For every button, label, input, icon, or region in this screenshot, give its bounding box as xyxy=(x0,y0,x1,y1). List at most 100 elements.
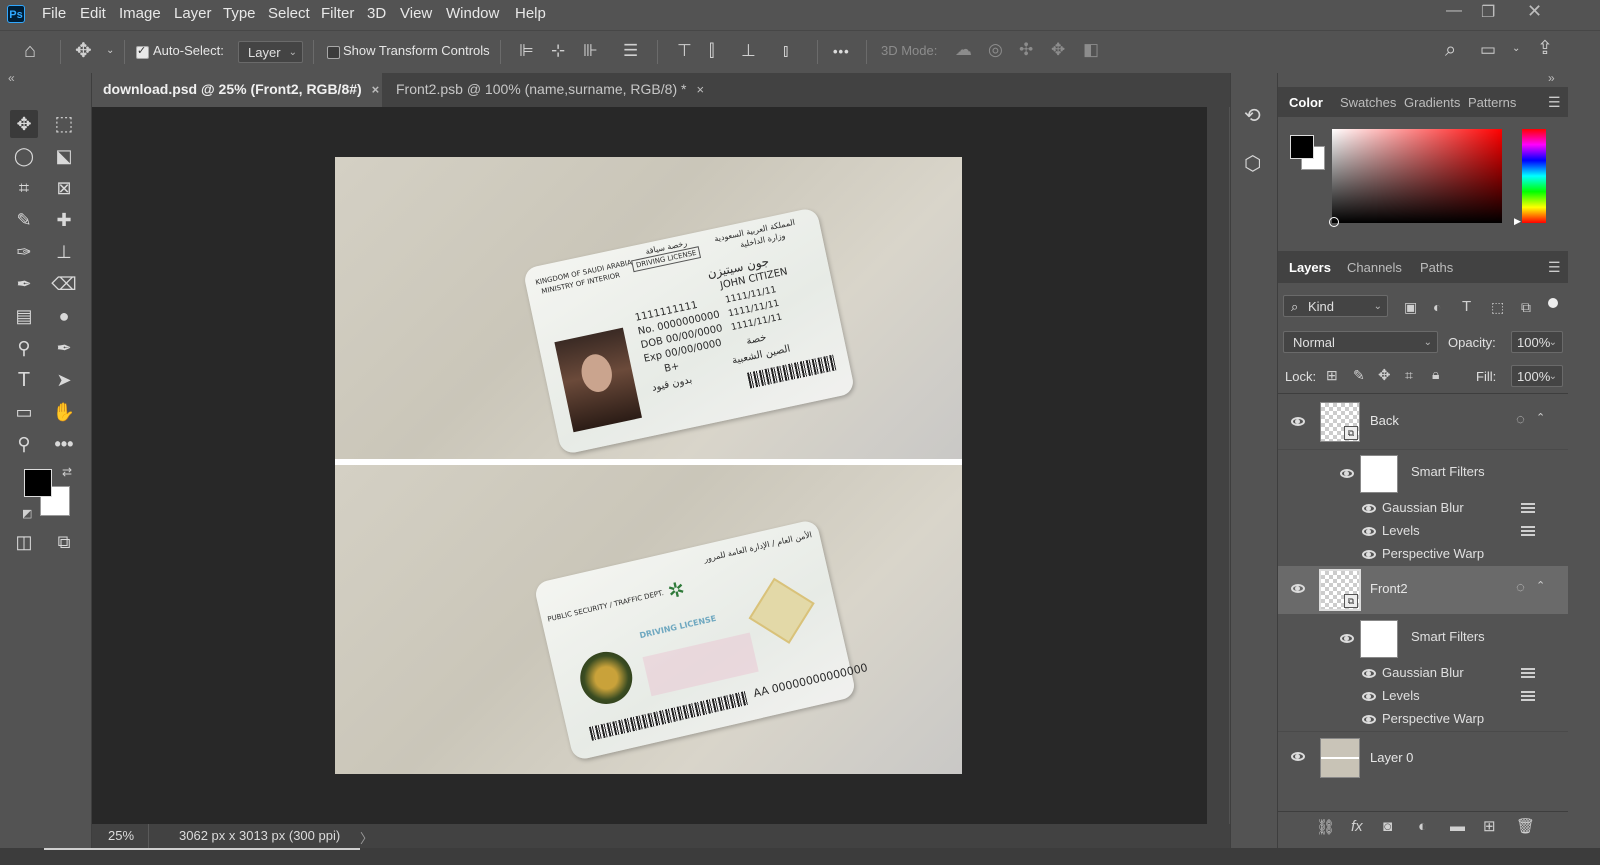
minimize-button[interactable]: — xyxy=(1446,2,1462,20)
rectangle-tool-icon[interactable]: ▭ xyxy=(10,398,38,426)
quick-mask-icon[interactable]: ◫ xyxy=(10,528,38,556)
clone-stamp-tool-icon[interactable]: ⊥ xyxy=(50,238,78,266)
lock-artboard-icon[interactable]: ⌗ xyxy=(1405,368,1413,382)
foreground-color-swatch[interactable] xyxy=(24,469,52,497)
visibility-eye-icon[interactable] xyxy=(1291,417,1305,426)
auto-select-checkbox[interactable] xyxy=(136,44,149,59)
new-layer-icon[interactable]: ⊞ xyxy=(1483,819,1496,834)
tab-front2-psb[interactable]: Front2.psb @ 100% (name,surname, RGB/8) … xyxy=(396,73,704,107)
link-layers-icon[interactable]: ⛓ xyxy=(1316,820,1335,835)
color-picker-field[interactable] xyxy=(1329,129,1502,227)
filter-row-perspective-warp[interactable]: Perspective Warp xyxy=(1278,708,1568,732)
frame-tool-icon[interactable]: ⊠ xyxy=(50,174,78,202)
tab-channels[interactable]: Channels xyxy=(1347,260,1402,275)
visibility-eye-icon[interactable] xyxy=(1340,469,1354,478)
visibility-eye-icon[interactable] xyxy=(1340,634,1354,643)
adjustment-layer-icon[interactable]: ◐ xyxy=(1418,819,1427,834)
eraser-tool-icon[interactable]: ⌫ xyxy=(50,270,78,298)
menu-help[interactable]: Help xyxy=(515,5,546,22)
more-tools-icon[interactable]: ••• xyxy=(50,430,78,458)
collapse-toolbar-icon[interactable]: « xyxy=(8,71,15,85)
add-mask-icon[interactable]: ◙ xyxy=(1383,819,1392,834)
align-center-icon[interactable]: ⊹ xyxy=(551,42,565,59)
layer-row-layer-0[interactable]: Layer 0 xyxy=(1278,732,1568,782)
show-transform-checkbox[interactable] xyxy=(327,46,340,59)
workspace-chevron-icon[interactable]: ⌄ xyxy=(1512,44,1520,54)
close-window-button[interactable]: ✕ xyxy=(1527,1,1542,22)
smart-filter-options-icon[interactable]: ◌ xyxy=(1516,580,1525,595)
expand-panels-icon[interactable]: » xyxy=(1548,71,1555,85)
close-tab-icon[interactable]: × xyxy=(696,82,704,97)
collapse-effects-icon[interactable]: ⌃ xyxy=(1536,413,1545,424)
align-left-icon[interactable]: ⊫ xyxy=(519,42,534,59)
layer-row-front2[interactable]: ⧉ Front2 ◌ ⌃ xyxy=(1278,566,1568,614)
filter-row-perspective-warp[interactable]: Perspective Warp xyxy=(1278,543,1568,566)
menu-select[interactable]: Select xyxy=(268,5,310,22)
home-icon[interactable]: ⌂ xyxy=(24,41,36,61)
filter-toggle[interactable] xyxy=(1548,298,1558,308)
filter-type-icon[interactable]: T xyxy=(1462,299,1471,314)
delete-layer-icon[interactable]: 🗑︎ xyxy=(1516,819,1535,834)
search-icon[interactable]: ⌕ xyxy=(1445,40,1456,60)
filter-mask-thumbnail[interactable] xyxy=(1360,620,1398,658)
filter-pixel-icon[interactable]: ▣ xyxy=(1404,300,1417,314)
dodge-tool-icon[interactable]: ⚲ xyxy=(10,334,38,362)
menu-filter[interactable]: Filter xyxy=(321,5,354,22)
more-options-button[interactable]: ••• xyxy=(833,44,850,59)
object-select-tool-icon[interactable]: ⬕ xyxy=(50,142,78,170)
menu-window[interactable]: Window xyxy=(446,5,499,22)
align-top-icon[interactable]: ⊤ xyxy=(677,42,692,59)
restore-button[interactable]: ❐ xyxy=(1481,2,1495,22)
lock-position-icon[interactable]: ✥ xyxy=(1378,368,1391,383)
menu-layer[interactable]: Layer xyxy=(174,5,212,22)
distribute-icon[interactable]: ☰ xyxy=(623,42,638,59)
filter-shape-icon[interactable]: ⬚ xyxy=(1491,300,1504,314)
blur-tool-icon[interactable]: ● xyxy=(50,302,78,330)
workspace-icon[interactable]: ▭ xyxy=(1480,41,1496,58)
visibility-eye-icon[interactable] xyxy=(1362,715,1376,724)
distribute-vertical-icon[interactable]: ⫾ xyxy=(783,42,788,59)
fill-field[interactable]: 100% ⌄ xyxy=(1511,365,1563,387)
gradient-tool-icon[interactable]: ▤ xyxy=(10,302,38,330)
lock-transparency-icon[interactable]: ⊞ xyxy=(1326,368,1338,382)
filter-kind-dropdown[interactable]: ⌕ Kind ⌄ xyxy=(1283,295,1388,317)
brush-tool-icon[interactable]: ✑ xyxy=(10,238,38,266)
blending-options-icon[interactable] xyxy=(1521,503,1535,513)
blending-options-icon[interactable] xyxy=(1521,668,1535,678)
tab-download-psd[interactable]: download.psd @ 25% (Front2, RGB/8#) × xyxy=(92,73,382,107)
chevron-down-icon[interactable]: ⌄ xyxy=(106,46,114,56)
new-group-icon[interactable]: ▬ xyxy=(1450,819,1465,834)
tab-layers[interactable]: Layers xyxy=(1289,260,1331,275)
filter-smart-object-icon[interactable]: ⧉ xyxy=(1521,300,1531,314)
visibility-eye-icon[interactable] xyxy=(1362,692,1376,701)
move-tool-icon[interactable]: ✥ xyxy=(75,41,92,61)
history-icon[interactable]: ⟲ xyxy=(1244,103,1261,128)
lock-all-icon[interactable]: 🔒︎ xyxy=(1432,367,1439,381)
pen-tool-icon[interactable]: ✒ xyxy=(50,334,78,362)
align-middle-icon[interactable]: ⫿ xyxy=(709,42,714,59)
align-bottom-icon[interactable]: ⊥ xyxy=(741,42,756,59)
layer-row-back[interactable]: ⧉ Back ◌ ⌃ xyxy=(1278,394,1568,450)
filter-row-gaussian-blur[interactable]: Gaussian Blur xyxy=(1278,662,1568,685)
visibility-eye-icon[interactable] xyxy=(1291,752,1305,761)
filter-row-levels[interactable]: Levels xyxy=(1278,685,1568,708)
eyedropper-tool-icon[interactable]: ✎ xyxy=(10,206,38,234)
menu-3d[interactable]: 3D xyxy=(367,5,386,22)
status-arrow-icon[interactable]: 〉 xyxy=(360,828,373,847)
filter-mask-thumbnail[interactable] xyxy=(1360,455,1398,493)
color-foreground-swatch[interactable] xyxy=(1290,135,1314,159)
panel-menu-icon[interactable]: ☰ xyxy=(1548,94,1561,111)
tab-color[interactable]: Color xyxy=(1289,95,1323,110)
close-tab-icon[interactable]: × xyxy=(372,82,380,97)
visibility-eye-icon[interactable] xyxy=(1362,504,1376,513)
blending-options-icon[interactable] xyxy=(1521,691,1535,701)
visibility-eye-icon[interactable] xyxy=(1362,527,1376,536)
document-canvas[interactable]: KINGDOM OF SAUDI ARABIA MINISTRY OF INTE… xyxy=(335,157,962,774)
share-icon[interactable]: ⇪ xyxy=(1537,39,1553,58)
layer-style-icon[interactable]: fx xyxy=(1351,819,1363,834)
blending-options-icon[interactable] xyxy=(1521,526,1535,536)
zoom-tool-icon[interactable]: ⚲ xyxy=(10,430,38,458)
hand-tool-icon[interactable]: ✋ xyxy=(50,398,78,426)
opacity-field[interactable]: 100% ⌄ xyxy=(1511,331,1563,353)
lock-paint-icon[interactable]: ✎ xyxy=(1353,368,1365,382)
